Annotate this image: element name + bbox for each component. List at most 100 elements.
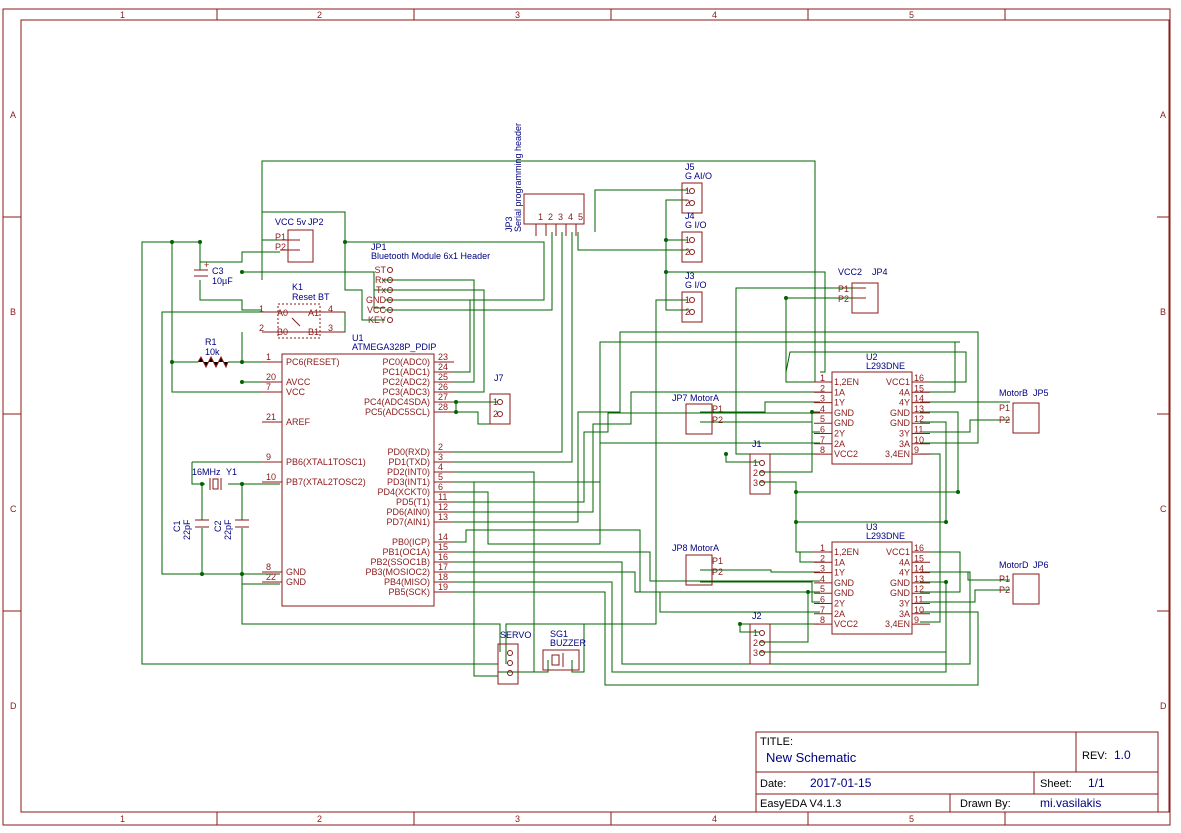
jp6-motor-header[interactable]: MotorD JP6 P1 P2	[999, 560, 1049, 605]
u1-pin-name: PC0(ADC0)	[382, 357, 430, 367]
l293-pin-name: 3,4EN	[885, 449, 910, 459]
pin-pad	[689, 249, 695, 255]
u1-pin-number: 23	[438, 352, 448, 362]
wires	[141, 160, 1010, 686]
u1-pin-name: PC4(ADC4SDA)	[364, 397, 430, 407]
jp5-motor-header[interactable]: MotorB JP5 P1 P2	[999, 388, 1049, 434]
drawn-by-label: Drawn By:	[960, 798, 1011, 810]
r1-value: 10k	[205, 347, 220, 357]
u2-l293dne[interactable]: U2 L293DNE 1 1,2EN2 1A3 1Y4 GND5 GND6 2Y7 2A8 VC…	[814, 352, 930, 465]
u1-pin-name: GND	[286, 577, 307, 587]
c3-plus: +	[204, 260, 209, 270]
u1-pin-name: PD0(RXD)	[387, 447, 430, 457]
j7-header[interactable]: J7 1 2	[489, 373, 511, 425]
l293-pin-name: GND	[834, 578, 855, 588]
u1-pin-name: PC3(ADC3)	[382, 387, 430, 397]
col-label-top: 5	[909, 10, 914, 20]
jp3-serial-header[interactable]: JP3 Serial programming header 12345	[504, 123, 585, 236]
l293-pin-number: 5	[820, 414, 825, 424]
l293-pin-name: 3A	[899, 609, 910, 619]
l293-pin-name: 1A	[834, 387, 845, 397]
l293-pin-number: 10	[914, 435, 924, 445]
l293-pin-name: GND	[834, 408, 855, 418]
jp2-vcc-header[interactable]: VCC 5v JP2 P1 P2	[275, 217, 324, 263]
u1-pin-number: 16	[438, 552, 448, 562]
j2-ref: J2	[752, 611, 762, 621]
u1-pin-number: 27	[438, 392, 448, 402]
l293-pin-name: 3A	[899, 439, 910, 449]
u1-pin-name: AVCC	[286, 377, 311, 387]
u1-atmega328p[interactable]: U1 ATMEGA328P_PDIP 1 PC6(RESET)20 AVCC7 VCC…	[262, 333, 454, 607]
l293-pin-name: 1Y	[834, 398, 845, 408]
pin-number: 1	[753, 458, 758, 468]
l293-pin-number: 12	[914, 414, 924, 424]
col-label-top: 3	[515, 10, 520, 20]
c1-ref: C1	[172, 520, 182, 532]
sheet-value: 1/1	[1088, 776, 1105, 790]
r1-resistor[interactable]: R1 10k	[197, 337, 229, 369]
l293-pin-name: 3Y	[899, 429, 910, 439]
l293-pin-name: 4Y	[899, 398, 910, 408]
jp1-pin-dot	[387, 317, 393, 323]
u1-pin-number: 14	[438, 532, 448, 542]
l293-pin-name: GND	[890, 578, 911, 588]
k1-reset-button[interactable]: K1 Reset BT A0 A1 B0 B1 1 2 3 4	[259, 282, 345, 339]
jp5-ref: JP5	[1033, 388, 1049, 398]
l293-pin-number: 12	[914, 584, 924, 594]
u3-pins: 1 1,2EN 2 1A 3 1Y 4 GND 5 GND 6 2Y 7 2A 8 VCC2 16 VCC1 15 4…	[814, 543, 930, 629]
l293-pin-number: 3	[820, 564, 825, 574]
c3-value: 10µF	[212, 276, 233, 286]
sg1-buzzer[interactable]: SG1 BUZZER	[542, 629, 587, 671]
jp1-bluetooth-header[interactable]: JP1 Bluetooth Module 6x1 Header STRxTxGN…	[366, 242, 490, 325]
pin-number: 2	[493, 409, 498, 419]
l293-pin-name: 2A	[834, 609, 845, 619]
l293-pin-name: 1,2EN	[834, 547, 859, 557]
y1-crystal[interactable]: 16MHz Y1	[192, 467, 237, 490]
u1-pin-name: PD4(XCKT0)	[377, 487, 430, 497]
row-label-left: C	[10, 504, 17, 514]
jp8-motor-header[interactable]: JP8 MotorA P1 P2	[672, 543, 723, 586]
col-label-bottom: 5	[909, 814, 914, 824]
l293-pin-number: 13	[914, 404, 924, 414]
row-label-left: B	[10, 307, 16, 317]
l293-pin-number: 9	[914, 445, 919, 455]
u1-pin-name: PB5(SCK)	[388, 587, 430, 597]
j5-header[interactable]: J5G AI/O12	[681, 162, 712, 214]
c1-capacitor[interactable]: C1 22pF	[172, 519, 209, 540]
l293-pin-number: 8	[820, 615, 825, 625]
servo-header[interactable]: SERVO	[497, 630, 531, 685]
l293-pin-number: 7	[820, 435, 825, 445]
u1-pin-name: VCC	[286, 387, 306, 397]
u1-pin-number: 19	[438, 582, 448, 592]
drawn-by-value: mi.vasilakis	[1040, 796, 1101, 810]
jp3-pin-number: 1	[538, 212, 543, 222]
u1-pin-name: PC5(ADC5SCL)	[365, 407, 430, 417]
c2-capacitor[interactable]: C2 22pF	[213, 519, 249, 540]
col-label-bottom: 1	[120, 814, 125, 824]
j1-header[interactable]: J1 123	[749, 439, 771, 495]
jp7-value: MotorA	[690, 393, 719, 403]
c3-ref: C3	[212, 266, 224, 276]
jp4-vcc2-header[interactable]: VCC2 JP4 P1 P2	[838, 267, 888, 314]
l293-pin-number: 16	[914, 373, 924, 383]
u1-pin-number: 3	[438, 452, 443, 462]
j3-header[interactable]: J3G I/O12	[681, 271, 707, 323]
pin-pad	[689, 297, 695, 303]
u1-pin-number: 5	[438, 472, 443, 482]
u1-pin-name: PD7(AIN1)	[386, 517, 430, 527]
u3-l293dne[interactable]: U3 L293DNE 1 1,2EN2 1A3 1Y4 GND5 GND6 2Y7 2A8 VC…	[814, 522, 930, 635]
u1-pin-number: 25	[438, 372, 448, 382]
jp2-ref: JP2	[308, 217, 324, 227]
l293-pin-number: 9	[914, 615, 919, 625]
jp3-value: Serial programming header	[513, 123, 523, 232]
j4-header[interactable]: J4G I/O12	[681, 211, 707, 263]
l293-pin-name: VCC1	[886, 547, 910, 557]
l293-pin-number: 2	[820, 383, 825, 393]
row-label-right: A	[1160, 110, 1166, 120]
pin-pad	[689, 237, 695, 243]
pin-pad	[507, 650, 513, 656]
u1-pin-name: PB2(SSOC1B)	[370, 557, 430, 567]
j2-header[interactable]: J2 123	[749, 611, 771, 665]
u1-pin-number: 7	[266, 382, 271, 392]
l293-pin-name: 1,2EN	[834, 377, 859, 387]
